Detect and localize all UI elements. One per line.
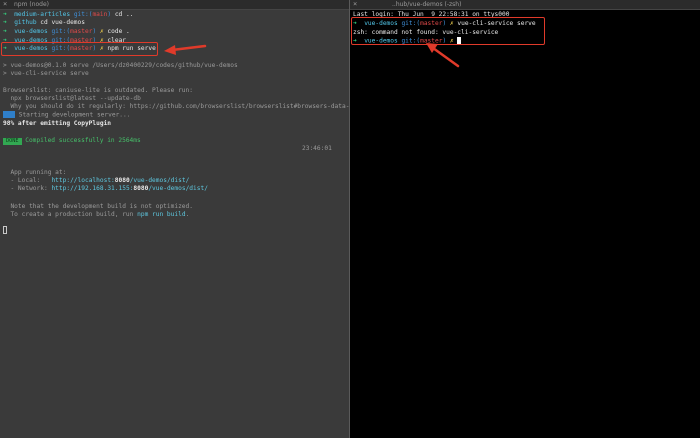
terminal-cursor bbox=[3, 226, 7, 234]
left-tab-bar: × npm (node) bbox=[0, 0, 349, 10]
app-running-line: App running at: bbox=[10, 169, 67, 176]
done-badge: DONE bbox=[3, 138, 22, 145]
right-tab-title[interactable]: ..hub/vue-demos (-zsh) bbox=[392, 0, 461, 9]
timestamp: 23:46:01 bbox=[302, 145, 332, 152]
warning-line: Browserslist: caniuse-lite is outdated. … bbox=[3, 87, 193, 94]
prompt-arrow-icon: ➜ bbox=[3, 11, 7, 18]
right-terminal-pane[interactable]: × ..hub/vue-demos (-zsh) Last login: Thu… bbox=[350, 0, 700, 438]
info-badge bbox=[3, 111, 15, 118]
local-url-link[interactable]: http://localhost:8080/vue-demos/dist/ bbox=[51, 177, 189, 184]
npm-script-line: > vue-cli-service serve bbox=[3, 70, 89, 77]
network-url-link[interactable]: http://192.168.31.155:8080/vue-demos/dis… bbox=[51, 185, 207, 192]
left-terminal-pane[interactable]: × npm (node) ➜ medium-articles git:(main… bbox=[0, 0, 349, 438]
progress-line: 98% after emitting CopyPlugin bbox=[3, 120, 112, 127]
terminal-line: ➜ github cd vue-demos bbox=[3, 19, 85, 26]
close-icon[interactable]: × bbox=[3, 0, 7, 9]
terminal-line: ➜ medium-articles git:(main) cd .. bbox=[3, 11, 134, 18]
highlight-box bbox=[1, 42, 158, 56]
close-icon[interactable]: × bbox=[353, 0, 357, 9]
right-tab-bar: × ..hub/vue-demos (-zsh) bbox=[350, 0, 700, 10]
left-tab-title[interactable]: npm (node) bbox=[14, 0, 49, 9]
highlight-box bbox=[351, 17, 545, 45]
terminal-line: ➜ vue-demos git:(master) ✗ code . bbox=[3, 28, 130, 35]
note-line: To create a production build, run npm ru… bbox=[10, 211, 190, 218]
prompt-arrow-icon: ➜ bbox=[3, 19, 7, 26]
local-url-line: - Local: http://localhost:8080/vue-demos… bbox=[10, 177, 190, 184]
npm-script-line: > vue-demos@0.1.0 serve /Users/dz0400229… bbox=[3, 62, 238, 69]
compiled-line: DONE Compiled successfully in 2564ms bbox=[3, 137, 141, 145]
network-url-line: - Network: http://192.168.31.155:8080/vu… bbox=[10, 185, 208, 192]
prompt-arrow-icon: ➜ bbox=[3, 28, 7, 35]
starting-line: Starting development server... bbox=[3, 111, 130, 120]
warning-line: Why you should do it regularly: https://… bbox=[3, 103, 349, 110]
warning-line: npx browserslist@latest --update-db bbox=[3, 95, 141, 102]
note-line: Note that the development build is not o… bbox=[10, 203, 193, 210]
